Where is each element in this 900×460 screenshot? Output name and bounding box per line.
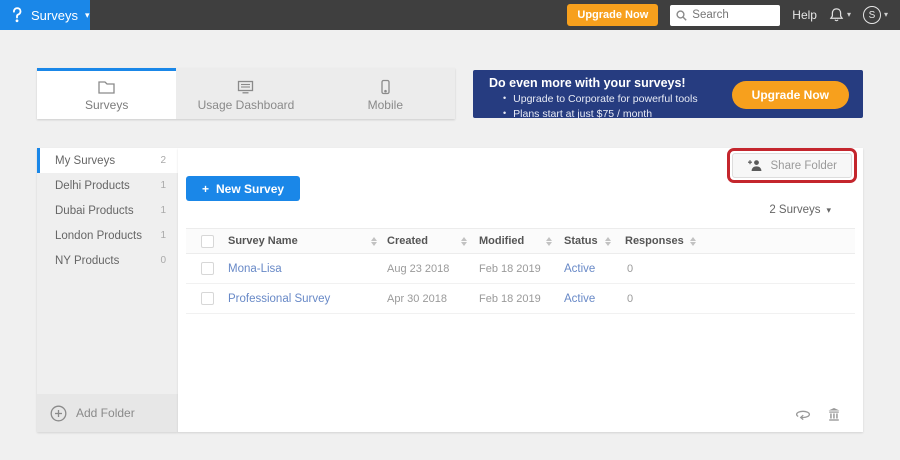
surveys-panel: Share Folder + New Survey 2 Surveys ▾ Su… xyxy=(178,148,863,432)
tab-label: Usage Dashboard xyxy=(197,97,295,112)
select-all-checkbox[interactable] xyxy=(200,234,214,248)
panel-footer-actions xyxy=(795,407,841,422)
row-checkbox[interactable] xyxy=(200,292,214,305)
tab-mobile[interactable]: Mobile xyxy=(316,68,455,119)
bullet-icon: • xyxy=(503,93,507,103)
folder-count: 0 xyxy=(160,255,166,266)
tab-label: Mobile xyxy=(367,97,403,112)
sort-icon[interactable] xyxy=(371,236,377,246)
help-link[interactable]: Help xyxy=(792,8,817,22)
column-header-responses: Responses xyxy=(625,235,684,247)
row-checkbox[interactable] xyxy=(200,262,214,275)
sidebar-item-my-surveys[interactable]: My Surveys 2 xyxy=(37,148,178,173)
chevron-down-icon: ▾ xyxy=(846,10,851,19)
status-link[interactable]: Active xyxy=(564,263,595,275)
survey-count-label: 2 Surveys xyxy=(769,204,821,216)
bell-icon xyxy=(829,8,844,22)
tab-usage-dashboard[interactable]: Usage Dashboard xyxy=(176,68,315,119)
new-survey-label: New Survey xyxy=(216,181,285,196)
share-folder-button[interactable]: Share Folder xyxy=(731,153,852,178)
modified-date: Feb 18 2019 xyxy=(479,292,541,305)
avatar: S xyxy=(862,6,881,24)
tab-label: Surveys xyxy=(84,97,129,112)
trash-icon[interactable] xyxy=(827,407,841,422)
created-date: Aug 23 2018 xyxy=(387,262,450,275)
survey-count-dropdown[interactable]: 2 Surveys ▾ xyxy=(769,204,831,216)
folder-count: 1 xyxy=(160,180,166,191)
proprofs-logo-icon xyxy=(13,7,22,23)
app-switcher[interactable]: Surveys ▾ xyxy=(0,0,90,30)
column-header-created: Created xyxy=(387,235,428,247)
folder-name: NY Products xyxy=(55,254,120,267)
banner-bullet: • Plans start at just $75 / month xyxy=(489,107,863,122)
sidebar-item-london-products[interactable]: London Products 1 xyxy=(37,223,178,248)
banner-upgrade-button[interactable]: Upgrade Now xyxy=(731,81,849,109)
survey-name-link[interactable]: Mona-Lisa xyxy=(228,263,282,275)
chevron-down-icon: ▾ xyxy=(883,10,888,19)
table-row: Professional Survey Apr 30 2018 Feb 18 2… xyxy=(186,284,855,314)
table-header-row: Survey Name Created Modified Status Resp… xyxy=(186,228,855,254)
mobile-phone-icon xyxy=(381,79,390,94)
folder-name: Dubai Products xyxy=(55,204,134,217)
promo-banner: Do even more with your surveys! • Upgrad… xyxy=(473,70,863,120)
tab-surveys[interactable]: Surveys xyxy=(37,68,177,119)
app-menu-label: Surveys xyxy=(31,7,78,23)
upgrade-now-button[interactable]: Upgrade Now xyxy=(567,4,659,26)
surveys-table: Survey Name Created Modified Status Resp… xyxy=(186,228,855,314)
section-tabs: Surveys Usage Dashboard Mobile xyxy=(37,68,455,119)
plus-circle-icon xyxy=(50,405,67,421)
responses-count: 0 xyxy=(627,262,634,275)
new-survey-button[interactable]: + New Survey xyxy=(186,176,301,201)
share-folder-label: Share Folder xyxy=(770,159,837,172)
status-link[interactable]: Active xyxy=(564,293,595,305)
survey-name-link[interactable]: Professional Survey xyxy=(228,293,330,305)
table-row: Mona-Lisa Aug 23 2018 Feb 18 2019 Active… xyxy=(186,254,855,284)
add-folder-button[interactable]: Add Folder xyxy=(37,394,178,432)
folder-count: 1 xyxy=(160,230,166,241)
sort-icon[interactable] xyxy=(689,236,696,246)
folder-count: 1 xyxy=(160,205,166,216)
account-menu[interactable]: S ▾ xyxy=(862,6,888,24)
folder-name: Delhi Products xyxy=(55,179,130,192)
column-header-modified: Modified xyxy=(479,235,525,247)
modified-date: Feb 18 2019 xyxy=(479,262,541,275)
folder-icon xyxy=(98,80,115,94)
sort-icon[interactable] xyxy=(461,236,467,246)
share-user-icon xyxy=(747,160,761,171)
notifications-menu[interactable]: ▾ xyxy=(829,7,851,23)
sidebar-item-delhi-products[interactable]: Delhi Products 1 xyxy=(37,173,178,198)
bullet-icon: • xyxy=(503,108,507,119)
chevron-down-icon: ▾ xyxy=(84,9,90,20)
plus-icon: + xyxy=(202,181,210,196)
folder-name: My Surveys xyxy=(55,154,116,167)
share-folder-highlight: Share Folder xyxy=(726,148,857,183)
banner-bullet-text: Upgrade to Corporate for powerful tools xyxy=(513,93,698,105)
chevron-down-icon: ▾ xyxy=(826,204,831,215)
search-box xyxy=(670,4,781,26)
folders-sidebar: My Surveys 2 Delhi Products 1 Dubai Prod… xyxy=(37,148,178,432)
banner-bullet-text: Plans start at just $75 / month xyxy=(513,108,653,121)
top-bar: Surveys ▾ Upgrade Now Help ▾ S ▾ xyxy=(0,0,900,30)
responses-count: 0 xyxy=(627,292,634,305)
folder-count: 2 xyxy=(160,155,166,166)
restore-icon[interactable] xyxy=(795,409,811,421)
sidebar-item-dubai-products[interactable]: Dubai Products 1 xyxy=(37,198,178,223)
top-bar-right: Upgrade Now Help ▾ S ▾ xyxy=(567,4,900,26)
sidebar-item-ny-products[interactable]: NY Products 0 xyxy=(37,248,178,273)
folder-name: London Products xyxy=(55,229,142,242)
sort-icon[interactable] xyxy=(546,236,552,246)
search-icon xyxy=(676,9,687,21)
dashboard-icon xyxy=(238,80,254,93)
column-header-survey-name: Survey Name xyxy=(228,235,298,247)
created-date: Apr 30 2018 xyxy=(387,292,447,305)
sort-icon[interactable] xyxy=(605,236,611,246)
add-folder-label: Add Folder xyxy=(76,406,135,420)
column-header-status: Status xyxy=(564,235,598,247)
